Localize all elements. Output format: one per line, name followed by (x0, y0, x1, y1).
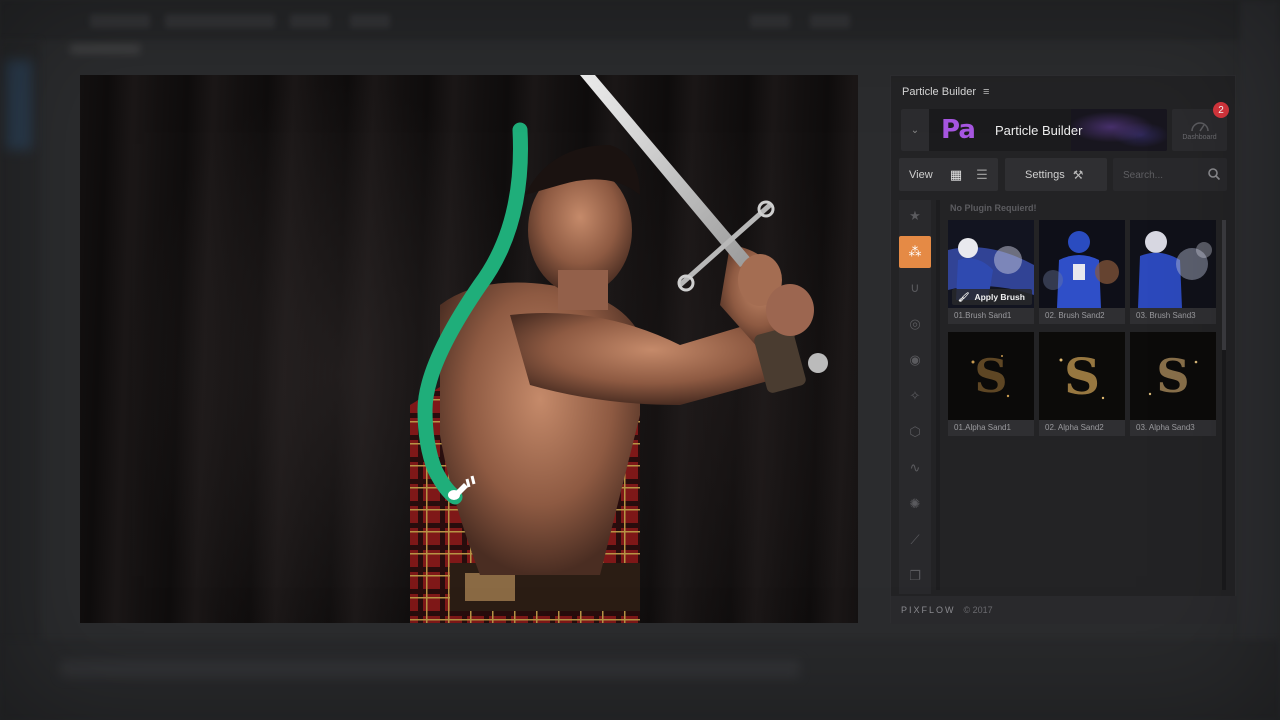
category-sidebar: ★ ⁂ ∪ ◎ ◉ ✧ ⬡ ∿ ✺ ⟋ ❐ (899, 200, 931, 594)
rings-icon[interactable]: ◎ (899, 308, 931, 340)
preset-thumbnail (1130, 220, 1216, 308)
preset-tile[interactable]: 03. Brush Sand3 (1130, 220, 1216, 324)
tools-icon: ⚒ (1072, 167, 1084, 182)
host-tab (165, 14, 275, 28)
nebula-banner (1071, 109, 1167, 151)
panel-title: Particle Builder (902, 86, 976, 98)
preset-thumbnail (1039, 220, 1125, 308)
particles-dots-icon[interactable]: ⁂ (899, 236, 931, 268)
view-label: View (909, 168, 933, 181)
preset-tile[interactable]: S 01.Alpha Sand1 (948, 332, 1034, 436)
apply-brush-button[interactable]: 🖌 Apply Brush (952, 289, 1032, 305)
host-tab (350, 14, 390, 28)
preset-thumbnail: S (1130, 332, 1216, 420)
pin-icon[interactable]: ⟋ (899, 524, 931, 556)
settings-label: Settings (1025, 168, 1065, 181)
hamburger-menu-icon[interactable]: ≡ (983, 86, 989, 98)
host-right-strip (1240, 0, 1280, 720)
preset-thumbnail: S (948, 332, 1034, 420)
grid-view-icon[interactable]: ▦ (947, 166, 965, 184)
brand-bar: ⌄ Pa Particle Builder (901, 109, 1167, 151)
magic-wand-icon[interactable]: ✧ (899, 380, 931, 412)
preset-tile[interactable]: 🖌 Apply Brush 01.Brush Sand1 (948, 220, 1034, 324)
preset-label: 02. Alpha Sand2 (1045, 423, 1104, 432)
list-view-icon[interactable]: ☰ (973, 166, 991, 184)
preset-thumbnail: S (1039, 332, 1125, 420)
scrollbar-thumb[interactable] (1222, 220, 1226, 350)
apply-brush-label: Apply Brush (974, 292, 1025, 302)
host-title (70, 44, 140, 54)
preset-tile[interactable]: S 02. Alpha Sand2 (1039, 332, 1125, 436)
warrior-photo (410, 75, 828, 623)
preset-tile[interactable]: S 03. Alpha Sand3 (1130, 332, 1216, 436)
panel-header: Particle Builder ≡ (891, 76, 1237, 108)
chevron-down-icon[interactable]: ⌄ (901, 109, 929, 151)
layers-icon[interactable]: ❐ (899, 560, 931, 592)
svg-text:S: S (1064, 347, 1100, 406)
host-bottom-area (0, 640, 1280, 720)
preset-label: 01.Alpha Sand1 (954, 423, 1011, 432)
host-tab (750, 14, 790, 28)
host-tab (90, 14, 150, 28)
content-scrollbar[interactable] (1222, 220, 1226, 590)
favorites-star-icon[interactable]: ★ (899, 200, 931, 232)
host-left-accent (6, 60, 32, 150)
view-toggle-group: View ▦ ☰ (899, 158, 998, 191)
gauge-icon (1190, 121, 1209, 131)
copyright-text: © 2017 (963, 605, 993, 615)
explosion-icon[interactable]: ✺ (899, 488, 931, 520)
image-canvas[interactable] (80, 75, 858, 623)
search-icon[interactable] (1207, 167, 1221, 181)
preset-label: 03. Alpha Sand3 (1136, 423, 1195, 432)
search-box (1113, 158, 1227, 191)
dashboard-label: Dashboard (1182, 133, 1217, 141)
sidebar-scrollbar[interactable] (936, 200, 940, 590)
particle-builder-panel: Particle Builder ≡ ⌄ Pa Particle Builder… (890, 75, 1237, 624)
particle-builder-logo: Pa (941, 115, 976, 145)
pixflow-logo: PIXFLOW (901, 605, 956, 615)
target-icon[interactable]: ◉ (899, 344, 931, 376)
preset-label: 01.Brush Sand1 (954, 311, 1012, 320)
brand-name: Particle Builder (995, 123, 1083, 138)
host-tab (290, 14, 330, 28)
brush-icon: 🖌 (958, 291, 970, 302)
section-title: No Plugin Requierd! (950, 203, 1037, 213)
panel-footer: PIXFLOW © 2017 (891, 596, 1237, 624)
settings-button[interactable]: Settings ⚒ (1005, 158, 1107, 191)
svg-text:S: S (974, 349, 1007, 403)
preset-tile[interactable]: 02. Brush Sand2 (1039, 220, 1125, 324)
cube-icon[interactable]: ⬡ (899, 416, 931, 448)
notification-badge: 2 (1213, 102, 1229, 118)
preset-label: 02. Brush Sand2 (1045, 311, 1105, 320)
wave-icon[interactable]: ∿ (899, 452, 931, 484)
magnet-icon[interactable]: ∪ (899, 272, 931, 304)
host-timeline-strip (60, 660, 800, 678)
host-tab (810, 14, 850, 28)
search-input[interactable] (1123, 167, 1203, 183)
svg-text:S: S (1156, 349, 1189, 403)
preset-label: 03. Brush Sand3 (1136, 311, 1196, 320)
